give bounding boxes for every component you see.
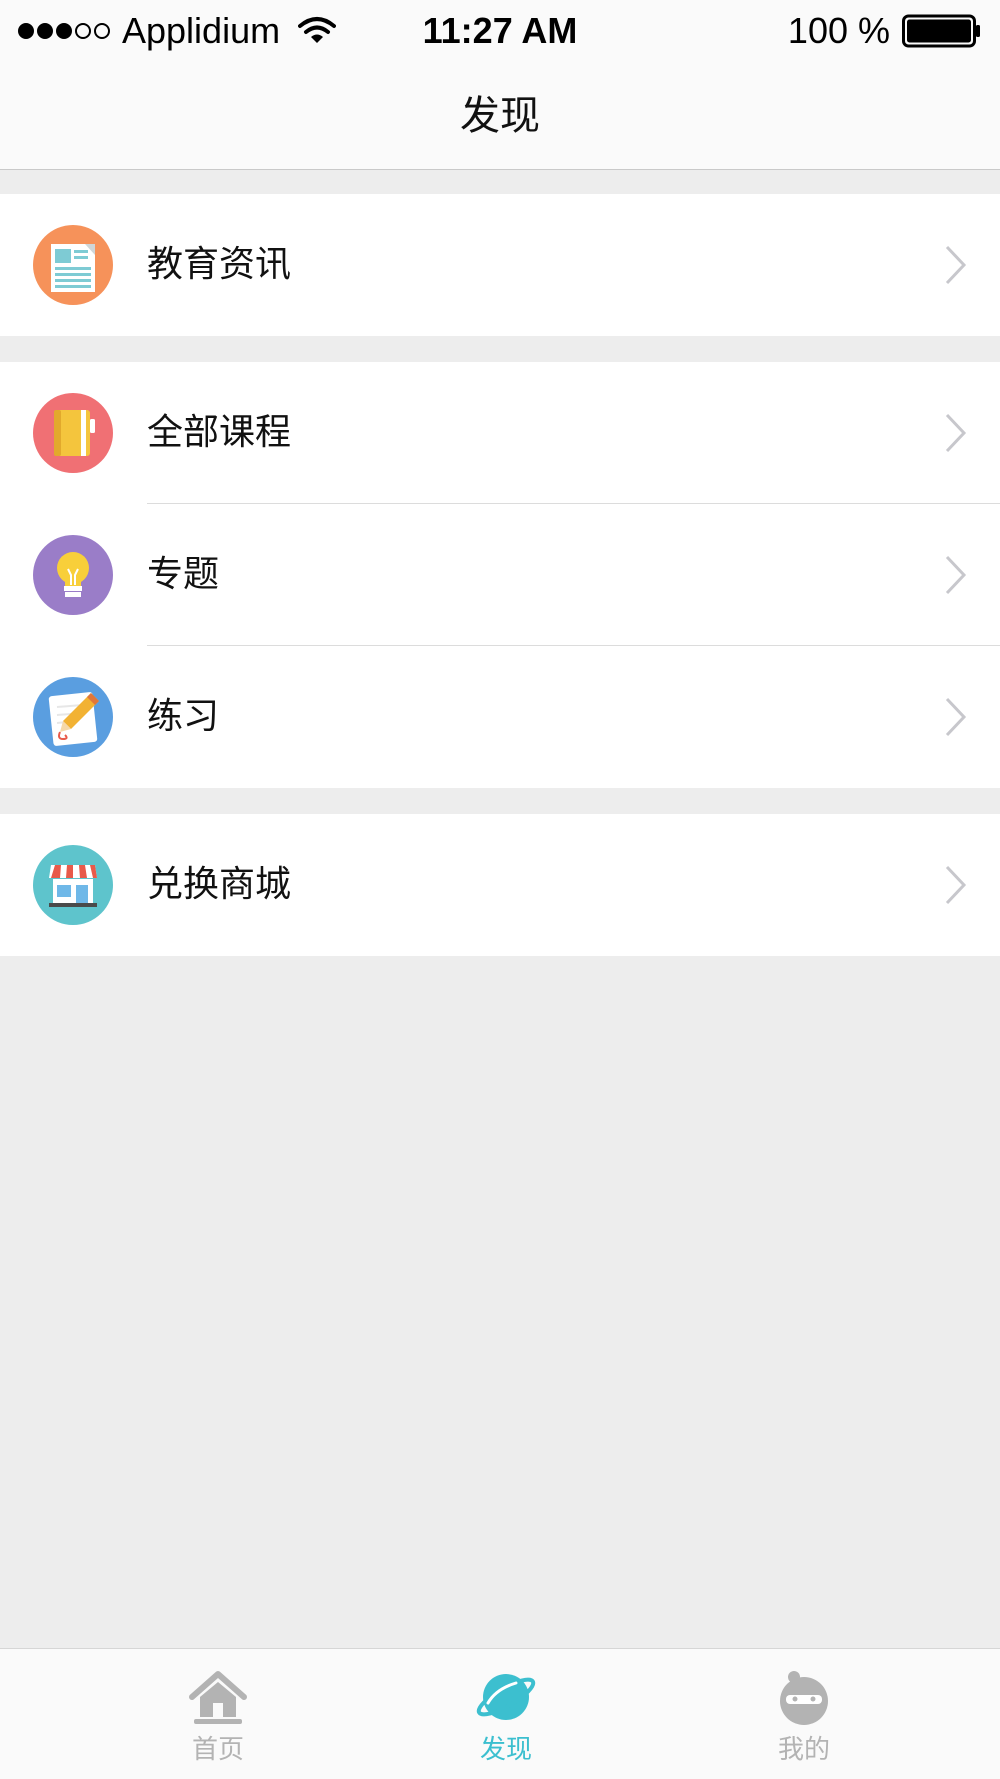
news-icon (33, 225, 113, 305)
chevron-right-icon (944, 864, 968, 906)
tab-discover[interactable]: 发现 (406, 1649, 606, 1779)
list-item-label: 专题 (147, 554, 220, 595)
list-item-topics[interactable]: 专题 (0, 504, 1000, 646)
list-group-news: 教育资讯 (0, 194, 1000, 336)
list-item-label: 兑换商城 (147, 864, 292, 905)
list-item-label: 全部课程 (147, 412, 292, 453)
tab-bar: 首页 发现 我的 (0, 1648, 1000, 1779)
list-item-label: 练习 (147, 696, 220, 737)
tab-home[interactable]: 首页 (118, 1649, 318, 1779)
tab-label: 首页 (191, 1735, 244, 1765)
list-item-education-news[interactable]: 教育资讯 (0, 194, 1000, 336)
status-bar: Applidium 11:27 AM 100 % (0, 0, 1000, 62)
chevron-right-icon (944, 696, 968, 738)
navigation-bar: 发现 (0, 62, 1000, 170)
chevron-right-icon (944, 554, 968, 596)
profile-face-icon (774, 1667, 834, 1727)
app-screen: Applidium 11:27 AM 100 % 发现 教育资讯 全部课程 专题… (0, 0, 1000, 1779)
battery-icon (902, 14, 980, 48)
list-item-exchange-store[interactable]: 兑换商城 (0, 814, 1000, 956)
list-item-all-courses[interactable]: 全部课程 (0, 362, 1000, 504)
list-item-label: 教育资讯 (147, 244, 292, 285)
tab-label: 我的 (777, 1735, 830, 1765)
lightbulb-icon (33, 535, 113, 615)
tab-me[interactable]: 我的 (704, 1649, 904, 1779)
practice-pencil-icon (33, 677, 113, 757)
list-group-learning: 全部课程 专题 练习 (0, 362, 1000, 788)
chevron-right-icon (944, 412, 968, 454)
page-title: 发现 (460, 93, 540, 139)
store-icon (33, 845, 113, 925)
chevron-right-icon (944, 244, 968, 286)
home-icon (188, 1667, 248, 1727)
list-item-practice[interactable]: 练习 (0, 646, 1000, 788)
planet-icon (476, 1667, 536, 1727)
tab-label: 发现 (479, 1735, 532, 1765)
notebook-icon (33, 393, 113, 473)
battery-percentage: 100 % (787, 10, 890, 51)
list-group-store: 兑换商城 (0, 814, 1000, 956)
status-right: 100 % (788, 8, 982, 54)
